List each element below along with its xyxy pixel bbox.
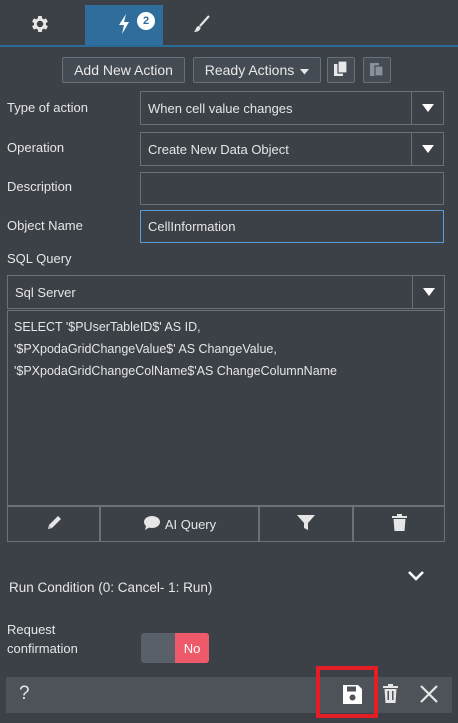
close-button[interactable]	[419, 684, 439, 707]
description-input[interactable]	[140, 172, 444, 205]
edit-query-button[interactable]	[7, 506, 100, 542]
run-condition-label: Run Condition (0: Cancel- 1: Run)	[9, 580, 213, 595]
trash-icon	[391, 514, 407, 534]
request-confirmation-toggle[interactable]: No	[141, 633, 209, 663]
delete-action-button[interactable]	[383, 684, 398, 706]
tab-style[interactable]	[163, 5, 241, 45]
sql-line: SELECT '$PUserTableID$' AS ID,	[14, 320, 201, 334]
lightning-icon	[117, 13, 131, 38]
sql-line: '$PXpodaGridChangeValue$' AS ChangeValue…	[14, 342, 277, 356]
help-button[interactable]: ?	[19, 683, 30, 705]
request-confirmation-line2: confirmation	[7, 641, 78, 656]
gear-icon	[29, 13, 51, 38]
trash-icon	[383, 684, 398, 706]
object-name-value: CellInformation	[148, 219, 236, 234]
object-name-input[interactable]: CellInformation	[140, 210, 444, 243]
sql-engine-select[interactable]: Sql Server	[7, 275, 445, 309]
copy-icon	[334, 59, 348, 80]
sql-query-label: SQL Query	[7, 251, 72, 266]
pencil-icon	[45, 514, 63, 535]
sql-query-editor[interactable]: SELECT '$PUserTableID$' AS ID, '$PXpodaG…	[7, 310, 445, 506]
type-of-action-value: When cell value changes	[148, 100, 293, 116]
brush-icon	[192, 14, 212, 37]
description-label: Description	[7, 179, 73, 194]
toggle-no-label: No	[175, 633, 209, 663]
delete-query-button[interactable]	[353, 506, 445, 542]
ready-actions-dropdown[interactable]: Ready Actions	[193, 57, 321, 83]
object-name-label: Object Name	[7, 218, 83, 233]
paste-icon	[370, 61, 384, 80]
caret-down-icon	[300, 62, 310, 78]
paste-button[interactable]	[363, 57, 391, 83]
query-button-row: AI Query	[7, 506, 445, 542]
ready-actions-label: Ready Actions	[204, 62, 295, 78]
operation-label: Operation	[7, 140, 65, 155]
dropdown-arrow-icon	[411, 133, 443, 165]
actions-count-badge: 2	[137, 12, 155, 30]
type-of-action-label: Type of action	[7, 100, 88, 115]
type-of-action-select[interactable]: When cell value changes	[140, 91, 444, 125]
filter-button[interactable]	[259, 506, 353, 542]
tab-bar: 2	[0, 0, 458, 47]
ai-query-label: AI Query	[164, 516, 217, 532]
ai-query-button[interactable]: AI Query	[100, 506, 259, 542]
operation-value: Create New Data Object	[148, 141, 289, 157]
request-confirmation-label: Request confirmation	[7, 620, 78, 658]
add-new-action-button[interactable]: Add New Action	[62, 57, 185, 83]
dropdown-arrow-icon	[412, 276, 444, 308]
save-highlight-box	[316, 666, 378, 718]
tab-actions[interactable]: 2	[85, 5, 163, 45]
copy-button[interactable]	[327, 57, 355, 83]
operation-select[interactable]: Create New Data Object	[140, 132, 444, 166]
footer-bar: ?	[6, 677, 452, 713]
sql-line: '$PXpodaGridChangeColName$'AS ChangeColu…	[14, 364, 338, 378]
chevron-down-icon[interactable]	[407, 570, 425, 585]
close-icon	[419, 685, 439, 707]
dropdown-arrow-icon	[411, 92, 443, 124]
filter-icon	[297, 514, 315, 534]
chat-bubble-icon	[143, 515, 161, 534]
tab-settings[interactable]	[0, 5, 80, 45]
sql-engine-value: Sql Server	[15, 284, 76, 300]
request-confirmation-line1: Request	[7, 622, 56, 637]
